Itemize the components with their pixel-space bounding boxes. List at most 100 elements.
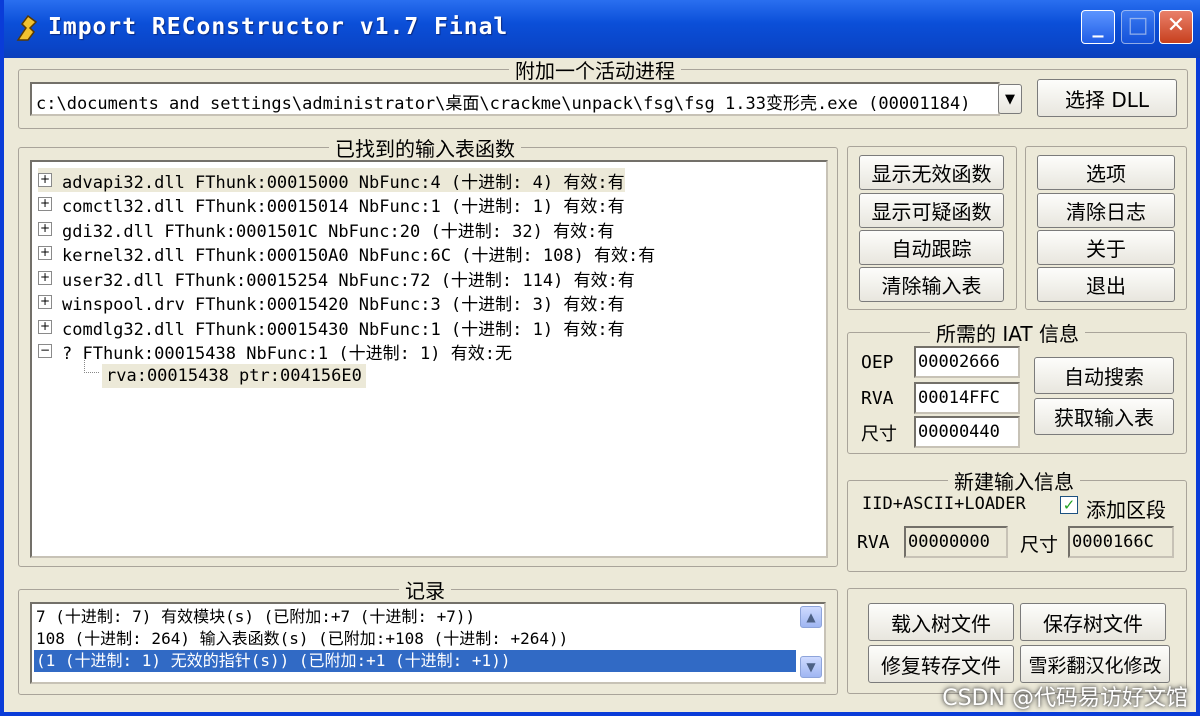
attach-legend: 附加一个活动进程 — [515, 59, 675, 83]
options-button[interactable]: 选项 — [1037, 155, 1175, 190]
maximize-button: □ — [1121, 10, 1155, 44]
new-size-value: 0000166C — [1072, 532, 1154, 552]
tree-row-label: kernel32.dll FThunk:000150A0 NbFunc:6C (… — [62, 245, 656, 266]
scroll-up-button[interactable]: ▲ — [800, 606, 822, 628]
log-legend: 记录 — [405, 579, 445, 603]
app-icon — [14, 14, 40, 49]
iat-legend: 所需的 IAT 信息 — [936, 322, 1079, 346]
exit-button[interactable]: 退出 — [1037, 267, 1175, 302]
iat-rva-value: 00014FFC — [918, 388, 1000, 408]
show-invalid-button[interactable]: 显示无效函数 — [859, 155, 1004, 190]
clear-log-label: 清除日志 — [1066, 200, 1146, 224]
tree-row[interactable]: + winspool.drv FThunk:00015420 NbFunc:3 (… — [38, 290, 625, 315]
tree-row[interactable]: + kernel32.dll FThunk:000150A0 NbFunc:6C … — [38, 241, 656, 266]
tree-row[interactable]: + gdi32.dll FThunk:0001501C NbFunc:20 (十进… — [38, 217, 615, 242]
chevron-down-icon: ▼ — [1005, 91, 1015, 107]
partial-button[interactable]: 雪彩翻汉化修改 — [1020, 645, 1170, 683]
save-tree-label: 保存树文件 — [1043, 611, 1143, 636]
get-imports-button[interactable]: 获取输入表 — [1034, 398, 1174, 435]
log-list[interactable]: 7 (十进制: 7) 有效模块(s) (已附加:+7 (十进制: +7)) 10… — [30, 602, 826, 684]
main-window: Import REConstructor v1.7 Final _ □ ✕ 附加… — [0, 0, 1200, 716]
new-rva-field: 00000000 — [904, 526, 1008, 558]
tree-row[interactable]: + comdlg32.dll FThunk:00015430 NbFunc:1 (… — [38, 315, 625, 340]
tree-row-label: gdi32.dll FThunk:0001501C NbFunc:20 (十进制… — [62, 221, 615, 242]
scroll-down-icon: ▼ — [806, 660, 816, 674]
pick-dll-label: 选择 DLL — [1064, 87, 1150, 112]
iid-loader-label: IID+ASCII+LOADER — [862, 494, 1026, 514]
fix-dump-button[interactable]: 修复转存文件 — [868, 645, 1014, 683]
minimize-button[interactable]: _ — [1081, 10, 1115, 44]
close-icon: ✕ — [1166, 13, 1186, 38]
expand-icon[interactable]: + — [38, 197, 52, 211]
close-button[interactable]: ✕ — [1159, 10, 1193, 44]
iat-rva-label: RVA — [861, 388, 894, 409]
show-suspect-label: 显示可疑函数 — [871, 200, 992, 224]
clear-log-button[interactable]: 清除日志 — [1037, 193, 1175, 228]
about-button[interactable]: 关于 — [1037, 230, 1175, 265]
tree-row[interactable]: −? FThunk:00015438 NbFunc:1 (十进制: 1) 有效:… — [38, 339, 512, 364]
fix-dump-label: 修复转存文件 — [881, 653, 1001, 678]
oep-field[interactable]: 00002666 — [914, 346, 1020, 378]
pick-dll-button[interactable]: 选择 DLL — [1037, 79, 1177, 117]
new-size-label: 尺寸 — [1020, 534, 1059, 556]
clear-imports-button[interactable]: 清除输入表 — [859, 267, 1004, 302]
clear-imports-label: 清除输入表 — [881, 274, 982, 298]
imports-tree[interactable]: + advapi32.dll FThunk:00015000 NbFunc:4 (… — [30, 160, 828, 558]
tree-row[interactable]: + user32.dll FThunk:00015254 NbFunc:72 (十… — [38, 266, 635, 291]
options-label: 选项 — [1086, 162, 1126, 186]
scroll-down-button[interactable]: ▼ — [800, 656, 822, 678]
watermark: CSDN @代码易访好文馆 — [942, 686, 1188, 711]
tree-row-label: advapi32.dll FThunk:00015000 NbFunc:4 (十… — [62, 172, 625, 193]
expand-icon[interactable]: + — [38, 173, 52, 187]
tree-row-label: comctl32.dll FThunk:00015014 NbFunc:1 (十… — [62, 196, 625, 217]
iat-size-label: 尺寸 — [861, 424, 897, 445]
checkmark-icon: ✓ — [1062, 496, 1076, 514]
expand-icon[interactable]: + — [38, 271, 52, 285]
imports-legend: 已找到的输入表函数 — [335, 137, 515, 161]
iat-size-field[interactable]: 00000440 — [914, 416, 1020, 448]
auto-search-button[interactable]: 自动搜索 — [1034, 357, 1174, 394]
show-invalid-label: 显示无效函数 — [871, 162, 992, 186]
exit-label: 退出 — [1086, 274, 1126, 298]
tree-row-label: user32.dll FThunk:00015254 NbFunc:72 (十进… — [62, 270, 635, 291]
process-select[interactable]: c:\documents and settings\administrator\… — [30, 82, 1000, 116]
auto-search-label: 自动搜索 — [1064, 365, 1144, 389]
show-suspect-button[interactable]: 显示可疑函数 — [859, 193, 1004, 228]
oep-value: 00002666 — [918, 352, 1000, 372]
maximize-icon: □ — [1127, 13, 1149, 38]
new-rva-label: RVA — [857, 532, 890, 553]
auto-trace-button[interactable]: 自动跟踪 — [859, 230, 1004, 265]
tree-row[interactable]: + comctl32.dll FThunk:00015014 NbFunc:1 (… — [38, 192, 625, 217]
new-size-field: 0000166C — [1068, 526, 1174, 558]
log-line-selected[interactable]: (1 (十进制: 1) 无效的指针(s)) (已附加:+1 (十进制: +1)) — [34, 650, 796, 672]
process-select-value: c:\documents and settings\administrator\… — [36, 94, 971, 114]
tree-row-label: ? FThunk:00015438 NbFunc:1 (十进制: 1) 有效:无 — [62, 343, 512, 364]
new-import-legend: 新建输入信息 — [954, 470, 1074, 494]
scroll-up-icon: ▲ — [806, 610, 816, 624]
collapse-icon[interactable]: − — [38, 344, 52, 358]
new-rva-value: 00000000 — [908, 532, 990, 552]
save-tree-button[interactable]: 保存树文件 — [1020, 603, 1166, 641]
iat-rva-field[interactable]: 00014FFC — [914, 382, 1020, 414]
tree-child-row[interactable]: rva:00015438 ptr:004156E0 — [102, 364, 366, 388]
iat-size-value: 00000440 — [918, 422, 1000, 442]
title-bar[interactable]: Import REConstructor v1.7 Final _ □ ✕ — [4, 0, 1200, 58]
expand-icon[interactable]: + — [38, 320, 52, 334]
auto-trace-label: 自动跟踪 — [891, 237, 972, 261]
get-imports-label: 获取输入表 — [1054, 406, 1154, 430]
add-section-label[interactable]: 添加区段 — [1086, 494, 1166, 523]
load-tree-label: 载入树文件 — [891, 611, 991, 636]
partial-label: 雪彩翻汉化修改 — [1028, 654, 1162, 677]
load-tree-button[interactable]: 载入树文件 — [868, 603, 1014, 641]
expand-icon[interactable]: + — [38, 222, 52, 236]
log-line[interactable]: 108 (十进制: 264) 输入表函数(s) (已附加:+108 (十进制: … — [36, 628, 568, 650]
expand-icon[interactable]: + — [38, 246, 52, 260]
tree-row[interactable]: + advapi32.dll FThunk:00015000 NbFunc:4 (… — [38, 168, 625, 193]
about-label: 关于 — [1086, 237, 1126, 261]
tree-row-label: winspool.drv FThunk:00015420 NbFunc:3 (十… — [62, 294, 625, 315]
add-section-checkbox[interactable]: ✓ — [1060, 496, 1078, 514]
log-line[interactable]: 7 (十进制: 7) 有效模块(s) (已附加:+7 (十进制: +7)) — [36, 606, 475, 628]
process-dropdown-button[interactable]: ▼ — [998, 84, 1022, 114]
expand-icon[interactable]: + — [38, 295, 52, 309]
minimize-icon: _ — [1092, 13, 1104, 38]
